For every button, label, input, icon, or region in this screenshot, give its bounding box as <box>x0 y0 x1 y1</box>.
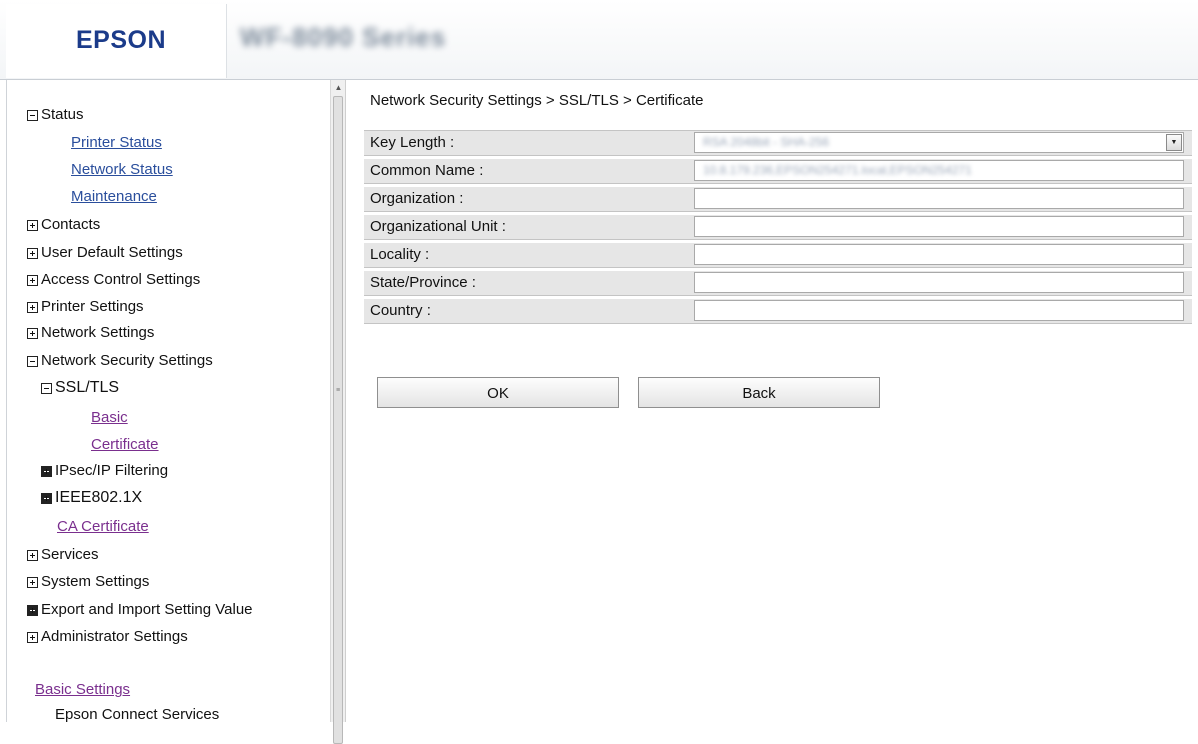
tree-item-user-default-settings[interactable]: User Default Settings <box>27 242 183 264</box>
expand-icon[interactable] <box>27 631 38 643</box>
tree-item-label: Administrator Settings <box>41 628 188 645</box>
sidebar-link-certificate[interactable]: Certificate <box>91 434 159 456</box>
link-label[interactable]: Basic Settings <box>35 679 130 701</box>
link-label[interactable]: Epson Connect Services <box>55 704 219 722</box>
tree-item-access-control-settings[interactable]: Access Control Settings <box>27 269 200 291</box>
organizational-unit-input[interactable] <box>694 216 1184 237</box>
tree-item-contacts[interactable]: Contacts <box>27 214 100 236</box>
locality-input[interactable] <box>694 244 1184 265</box>
tree-item-label: Export and Import Setting Value <box>41 601 253 618</box>
sidebar-link-printer-status[interactable]: Printer Status <box>71 132 162 154</box>
expand-icon[interactable] <box>27 576 38 588</box>
sidebar-link-basic[interactable]: Basic <box>91 407 128 429</box>
field-label: Key Length : <box>370 134 455 151</box>
field-label: State/Province : <box>370 274 476 291</box>
link-label[interactable]: Maintenance <box>71 186 157 208</box>
link-label[interactable]: Basic <box>91 407 128 429</box>
epson-logo: EPSON <box>76 26 167 54</box>
tree-item-label: Printer Settings <box>41 298 144 315</box>
breadcrumb: Network Security Settings > SSL/TLS > Ce… <box>370 92 704 109</box>
form-row-organizational-unit: Organizational Unit : <box>364 215 1192 240</box>
field-label: Locality : <box>370 246 430 263</box>
link-label[interactable]: Printer Status <box>71 132 162 154</box>
chevron-down-icon[interactable]: ▼ <box>1166 134 1182 151</box>
form-row-state-province: State/Province : <box>364 271 1192 296</box>
expand-icon[interactable] <box>27 604 38 616</box>
link-label[interactable]: Certificate <box>91 434 159 456</box>
tree-item-export-import[interactable]: Export and Import Setting Value <box>27 599 253 621</box>
tree-item-label: IEEE802.1X <box>55 489 143 506</box>
certificate-form: Key Length : RSA 2048bit - SHA-256 ▼ Com… <box>364 130 1192 327</box>
sidebar-scrollbar[interactable]: ▲ ≡ <box>330 80 346 744</box>
tree-item-label: IPsec/IP Filtering <box>55 462 169 479</box>
input-value: 10.8.179.236,EPSON254271.local,EPSON2542… <box>703 163 972 177</box>
common-name-input[interactable]: 10.8.179.236,EPSON254271.local,EPSON2542… <box>694 160 1184 181</box>
printer-model-name: WF-8090 Series <box>240 22 447 52</box>
tree-item-network-settings[interactable]: Network Settings <box>27 322 154 344</box>
tree-item-ssl-tls[interactable]: SSL/TLS <box>41 377 119 399</box>
tree-item-status[interactable]: Status <box>27 104 84 126</box>
tree-item-label: Status <box>41 106 84 123</box>
link-label[interactable]: CA Certificate <box>57 516 149 538</box>
tree-item-label: System Settings <box>41 573 150 590</box>
sidebar-link-basic-settings[interactable]: Basic Settings <box>35 679 130 701</box>
field-label: Country : <box>370 302 431 319</box>
expand-icon[interactable] <box>27 301 38 313</box>
field-label: Organizational Unit : <box>370 218 506 235</box>
tree-item-services[interactable]: Services <box>27 544 99 566</box>
tree-item-label: Network Settings <box>41 324 155 341</box>
form-row-key-length: Key Length : RSA 2048bit - SHA-256 ▼ <box>364 131 1192 156</box>
tree-item-label: Network Security Settings <box>41 352 213 369</box>
scroll-grip-icon: ≡ <box>336 387 341 394</box>
sidebar-link-network-status[interactable]: Network Status <box>71 159 173 181</box>
sidebar-link-ca-certificate[interactable]: CA Certificate <box>57 516 149 538</box>
state-province-input[interactable] <box>694 272 1184 293</box>
sidebar-item-epson-connect-services[interactable]: Epson Connect Services <box>55 704 219 722</box>
back-button[interactable]: Back <box>638 377 880 408</box>
form-row-organization: Organization : <box>364 187 1192 212</box>
field-label: Common Name : <box>370 162 484 179</box>
expand-icon[interactable] <box>27 549 38 561</box>
form-row-common-name: Common Name : 10.8.179.236,EPSON254271.l… <box>364 159 1192 184</box>
collapse-icon[interactable] <box>41 382 52 394</box>
tree-item-label: Services <box>41 546 99 563</box>
organization-input[interactable] <box>694 188 1184 209</box>
scroll-thumb[interactable]: ≡ <box>333 96 343 744</box>
sidebar-link-maintenance[interactable]: Maintenance <box>71 186 157 208</box>
expand-icon[interactable] <box>41 465 52 477</box>
select-value: RSA 2048bit - SHA-256 <box>703 135 830 149</box>
tree-item-administrator-settings[interactable]: Administrator Settings <box>27 626 188 648</box>
form-row-locality: Locality : <box>364 243 1192 268</box>
collapse-icon[interactable] <box>27 109 38 121</box>
scroll-up-arrow-icon[interactable]: ▲ <box>331 80 346 95</box>
tree-item-ieee8021x[interactable]: IEEE802.1X <box>41 487 142 509</box>
tree-item-network-security-settings[interactable]: Network Security Settings <box>27 350 213 372</box>
tree-item-label: SSL/TLS <box>55 379 120 396</box>
key-length-select[interactable]: RSA 2048bit - SHA-256 ▼ <box>694 132 1184 153</box>
expand-icon[interactable] <box>27 247 38 259</box>
expand-icon[interactable] <box>41 492 52 504</box>
collapse-icon[interactable] <box>27 355 38 367</box>
expand-icon[interactable] <box>27 327 38 339</box>
logo-area: EPSON <box>6 4 227 78</box>
tree-item-ipsec-ip-filtering[interactable]: IPsec/IP Filtering <box>41 460 168 482</box>
country-input[interactable] <box>694 300 1184 321</box>
form-row-country: Country : <box>364 299 1192 324</box>
tree-item-printer-settings[interactable]: Printer Settings <box>27 296 144 318</box>
main-content: Network Security Settings > SSL/TLS > Ce… <box>346 80 1198 722</box>
header: EPSON WF-8090 Series <box>0 0 1198 80</box>
ok-button[interactable]: OK <box>377 377 619 408</box>
expand-icon[interactable] <box>27 219 38 231</box>
expand-icon[interactable] <box>27 274 38 286</box>
link-label[interactable]: Network Status <box>71 159 173 181</box>
sidebar-navigation: Status Printer Status Network Status Mai… <box>6 80 331 722</box>
tree-item-label: Access Control Settings <box>41 271 201 288</box>
field-label: Organization : <box>370 190 464 207</box>
tree-item-label: Contacts <box>41 216 101 233</box>
tree-item-system-settings[interactable]: System Settings <box>27 571 149 593</box>
tree-item-label: User Default Settings <box>41 244 183 261</box>
